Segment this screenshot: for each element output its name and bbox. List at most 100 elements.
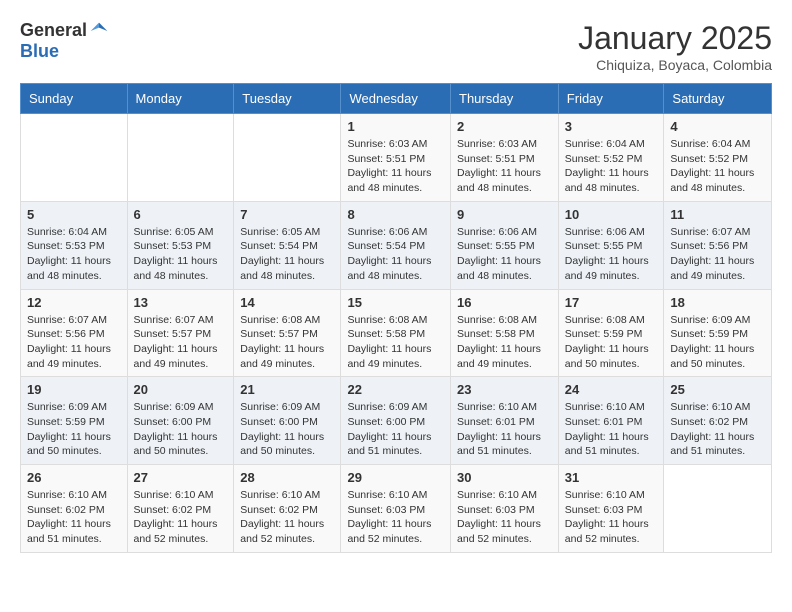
day-info: Sunrise: 6:08 AM Sunset: 5:57 PM Dayligh… bbox=[240, 313, 334, 372]
day-info: Sunrise: 6:03 AM Sunset: 5:51 PM Dayligh… bbox=[457, 137, 552, 196]
calendar-cell bbox=[664, 465, 772, 553]
day-info: Sunrise: 6:05 AM Sunset: 5:53 PM Dayligh… bbox=[134, 225, 228, 284]
day-header-tuesday: Tuesday bbox=[234, 84, 341, 114]
day-number: 12 bbox=[27, 295, 121, 310]
day-info: Sunrise: 6:09 AM Sunset: 6:00 PM Dayligh… bbox=[134, 400, 228, 459]
calendar-table: SundayMondayTuesdayWednesdayThursdayFrid… bbox=[20, 83, 772, 553]
day-header-sunday: Sunday bbox=[21, 84, 128, 114]
day-info: Sunrise: 6:09 AM Sunset: 5:59 PM Dayligh… bbox=[670, 313, 765, 372]
day-info: Sunrise: 6:07 AM Sunset: 5:56 PM Dayligh… bbox=[27, 313, 121, 372]
calendar-cell: 4 Sunrise: 6:04 AM Sunset: 5:52 PM Daylig… bbox=[664, 114, 772, 202]
page-header: General Blue January 2025 Chiquiza, Boya… bbox=[20, 20, 772, 73]
calendar-cell: 19 Sunrise: 6:09 AM Sunset: 5:59 PM Dayli… bbox=[21, 377, 128, 465]
day-number: 16 bbox=[457, 295, 552, 310]
day-info: Sunrise: 6:09 AM Sunset: 6:00 PM Dayligh… bbox=[347, 400, 444, 459]
calendar-week-2: 5 Sunrise: 6:04 AM Sunset: 5:53 PM Daylig… bbox=[21, 201, 772, 289]
calendar-cell: 13 Sunrise: 6:07 AM Sunset: 5:57 PM Dayli… bbox=[127, 289, 234, 377]
day-number: 2 bbox=[457, 119, 552, 134]
day-info: Sunrise: 6:10 AM Sunset: 6:02 PM Dayligh… bbox=[134, 488, 228, 547]
day-info: Sunrise: 6:04 AM Sunset: 5:52 PM Dayligh… bbox=[670, 137, 765, 196]
day-number: 6 bbox=[134, 207, 228, 222]
day-header-saturday: Saturday bbox=[664, 84, 772, 114]
day-number: 8 bbox=[347, 207, 444, 222]
calendar-cell: 26 Sunrise: 6:10 AM Sunset: 6:02 PM Dayli… bbox=[21, 465, 128, 553]
calendar-cell: 23Sunrise: 6:10 AM Sunset: 6:01 PM Dayli… bbox=[451, 377, 559, 465]
calendar-cell: 14 Sunrise: 6:08 AM Sunset: 5:57 PM Dayli… bbox=[234, 289, 341, 377]
calendar-cell: 2 Sunrise: 6:03 AM Sunset: 5:51 PM Daylig… bbox=[451, 114, 559, 202]
day-number: 9 bbox=[457, 207, 552, 222]
logo-general-text: General bbox=[20, 20, 87, 41]
calendar-cell: 28 Sunrise: 6:10 AM Sunset: 6:02 PM Dayli… bbox=[234, 465, 341, 553]
day-number: 21 bbox=[240, 382, 334, 397]
day-number: 13 bbox=[134, 295, 228, 310]
day-info: Sunrise: 6:03 AM Sunset: 5:51 PM Dayligh… bbox=[347, 137, 444, 196]
calendar-cell: 27 Sunrise: 6:10 AM Sunset: 6:02 PM Dayli… bbox=[127, 465, 234, 553]
logo-icon bbox=[89, 21, 109, 41]
day-number: 17 bbox=[565, 295, 658, 310]
day-number: 15 bbox=[347, 295, 444, 310]
calendar-cell: 20 Sunrise: 6:09 AM Sunset: 6:00 PM Dayli… bbox=[127, 377, 234, 465]
day-info: Sunrise: 6:04 AM Sunset: 5:52 PM Dayligh… bbox=[565, 137, 658, 196]
logo-blue-text: Blue bbox=[20, 41, 59, 62]
calendar-cell: 8 Sunrise: 6:06 AM Sunset: 5:54 PM Daylig… bbox=[341, 201, 451, 289]
calendar-cell: 21 Sunrise: 6:09 AM Sunset: 6:00 PM Dayli… bbox=[234, 377, 341, 465]
day-number: 26 bbox=[27, 470, 121, 485]
day-number: 25 bbox=[670, 382, 765, 397]
day-number: 24 bbox=[565, 382, 658, 397]
calendar-subtitle: Chiquiza, Boyaca, Colombia bbox=[578, 57, 772, 73]
day-number: 23 bbox=[457, 382, 552, 397]
calendar-cell: 1 Sunrise: 6:03 AM Sunset: 5:51 PM Daylig… bbox=[341, 114, 451, 202]
day-header-thursday: Thursday bbox=[451, 84, 559, 114]
day-info: Sunrise: 6:09 AM Sunset: 5:59 PM Dayligh… bbox=[27, 400, 121, 459]
calendar-week-1: 1 Sunrise: 6:03 AM Sunset: 5:51 PM Daylig… bbox=[21, 114, 772, 202]
day-number: 20 bbox=[134, 382, 228, 397]
day-info: Sunrise: 6:08 AM Sunset: 5:58 PM Dayligh… bbox=[457, 313, 552, 372]
day-number: 1 bbox=[347, 119, 444, 134]
day-number: 3 bbox=[565, 119, 658, 134]
calendar-title: January 2025 bbox=[578, 20, 772, 57]
day-info: Sunrise: 6:09 AM Sunset: 6:00 PM Dayligh… bbox=[240, 400, 334, 459]
day-number: 4 bbox=[670, 119, 765, 134]
day-number: 14 bbox=[240, 295, 334, 310]
day-info: Sunrise: 6:10 AM Sunset: 6:03 PM Dayligh… bbox=[457, 488, 552, 547]
day-number: 18 bbox=[670, 295, 765, 310]
title-block: January 2025 Chiquiza, Boyaca, Colombia bbox=[578, 20, 772, 73]
day-info: Sunrise: 6:10 AM Sunset: 6:02 PM Dayligh… bbox=[670, 400, 765, 459]
day-info: Sunrise: 6:08 AM Sunset: 5:59 PM Dayligh… bbox=[565, 313, 658, 372]
calendar-cell: 7 Sunrise: 6:05 AM Sunset: 5:54 PM Daylig… bbox=[234, 201, 341, 289]
day-number: 10 bbox=[565, 207, 658, 222]
calendar-cell: 17 Sunrise: 6:08 AM Sunset: 5:59 PM Dayli… bbox=[558, 289, 664, 377]
day-info: Sunrise: 6:04 AM Sunset: 5:53 PM Dayligh… bbox=[27, 225, 121, 284]
day-number: 28 bbox=[240, 470, 334, 485]
day-number: 29 bbox=[347, 470, 444, 485]
day-info: Sunrise: 6:10 AM Sunset: 6:02 PM Dayligh… bbox=[27, 488, 121, 547]
calendar-cell: 18 Sunrise: 6:09 AM Sunset: 5:59 PM Dayli… bbox=[664, 289, 772, 377]
calendar-cell: 16 Sunrise: 6:08 AM Sunset: 5:58 PM Dayli… bbox=[451, 289, 559, 377]
calendar-cell: 25 Sunrise: 6:10 AM Sunset: 6:02 PM Dayli… bbox=[664, 377, 772, 465]
day-info: Sunrise: 6:07 AM Sunset: 5:57 PM Dayligh… bbox=[134, 313, 228, 372]
day-info: Sunrise: 6:10 AM Sunset: 6:01 PM Dayligh… bbox=[565, 400, 658, 459]
day-header-wednesday: Wednesday bbox=[341, 84, 451, 114]
day-number: 7 bbox=[240, 207, 334, 222]
calendar-week-4: 19 Sunrise: 6:09 AM Sunset: 5:59 PM Dayli… bbox=[21, 377, 772, 465]
calendar-cell: 3 Sunrise: 6:04 AM Sunset: 5:52 PM Daylig… bbox=[558, 114, 664, 202]
day-info: Sunrise: 6:06 AM Sunset: 5:55 PM Dayligh… bbox=[565, 225, 658, 284]
calendar-cell: 9Sunrise: 6:06 AM Sunset: 5:55 PM Daylig… bbox=[451, 201, 559, 289]
calendar-cell: 10 Sunrise: 6:06 AM Sunset: 5:55 PM Dayli… bbox=[558, 201, 664, 289]
day-info: Sunrise: 6:10 AM Sunset: 6:02 PM Dayligh… bbox=[240, 488, 334, 547]
day-info: Sunrise: 6:06 AM Sunset: 5:54 PM Dayligh… bbox=[347, 225, 444, 284]
calendar-cell: 31Sunrise: 6:10 AM Sunset: 6:03 PM Dayli… bbox=[558, 465, 664, 553]
calendar-cell bbox=[234, 114, 341, 202]
day-number: 27 bbox=[134, 470, 228, 485]
calendar-cell bbox=[21, 114, 128, 202]
calendar-cell: 29 Sunrise: 6:10 AM Sunset: 6:03 PM Dayli… bbox=[341, 465, 451, 553]
day-info: Sunrise: 6:05 AM Sunset: 5:54 PM Dayligh… bbox=[240, 225, 334, 284]
calendar-cell: 6 Sunrise: 6:05 AM Sunset: 5:53 PM Daylig… bbox=[127, 201, 234, 289]
day-number: 30 bbox=[457, 470, 552, 485]
calendar-week-5: 26 Sunrise: 6:10 AM Sunset: 6:02 PM Dayli… bbox=[21, 465, 772, 553]
day-info: Sunrise: 6:10 AM Sunset: 6:03 PM Dayligh… bbox=[347, 488, 444, 547]
day-number: 5 bbox=[27, 207, 121, 222]
calendar-cell: 15Sunrise: 6:08 AM Sunset: 5:58 PM Dayli… bbox=[341, 289, 451, 377]
calendar-cell: 5 Sunrise: 6:04 AM Sunset: 5:53 PM Daylig… bbox=[21, 201, 128, 289]
day-number: 19 bbox=[27, 382, 121, 397]
